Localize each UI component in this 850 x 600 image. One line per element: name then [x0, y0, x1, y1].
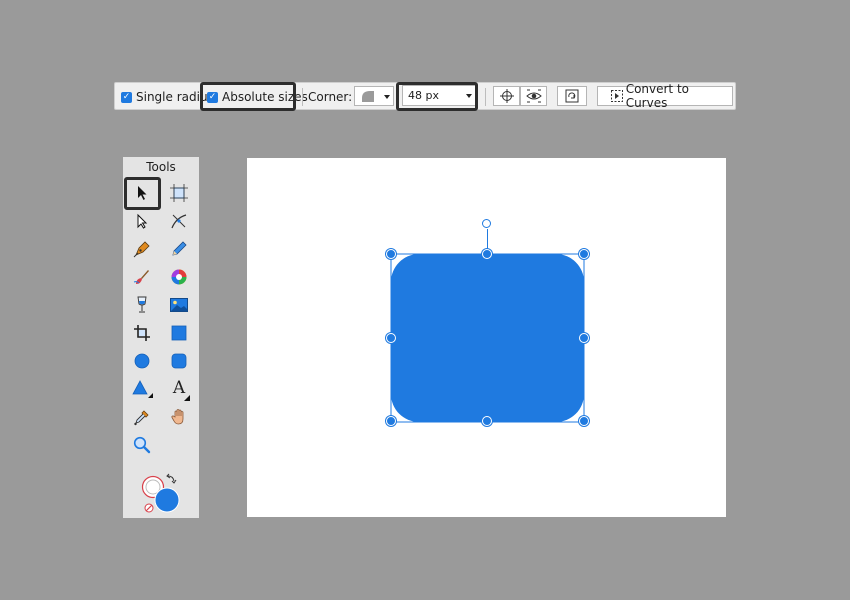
- resize-handle-right[interactable]: [579, 333, 589, 343]
- selection-overlay: [390, 229, 585, 423]
- resize-handle-bottom-right[interactable]: [579, 416, 589, 426]
- resize-handle-top-right[interactable]: [579, 249, 589, 259]
- resize-handle-bottom-left[interactable]: [386, 416, 396, 426]
- resize-handle-left[interactable]: [386, 333, 396, 343]
- resize-handle-top-left[interactable]: [386, 249, 396, 259]
- resize-handle-top[interactable]: [482, 249, 492, 259]
- resize-handle-bottom[interactable]: [482, 416, 492, 426]
- rotation-handle[interactable]: [482, 219, 491, 228]
